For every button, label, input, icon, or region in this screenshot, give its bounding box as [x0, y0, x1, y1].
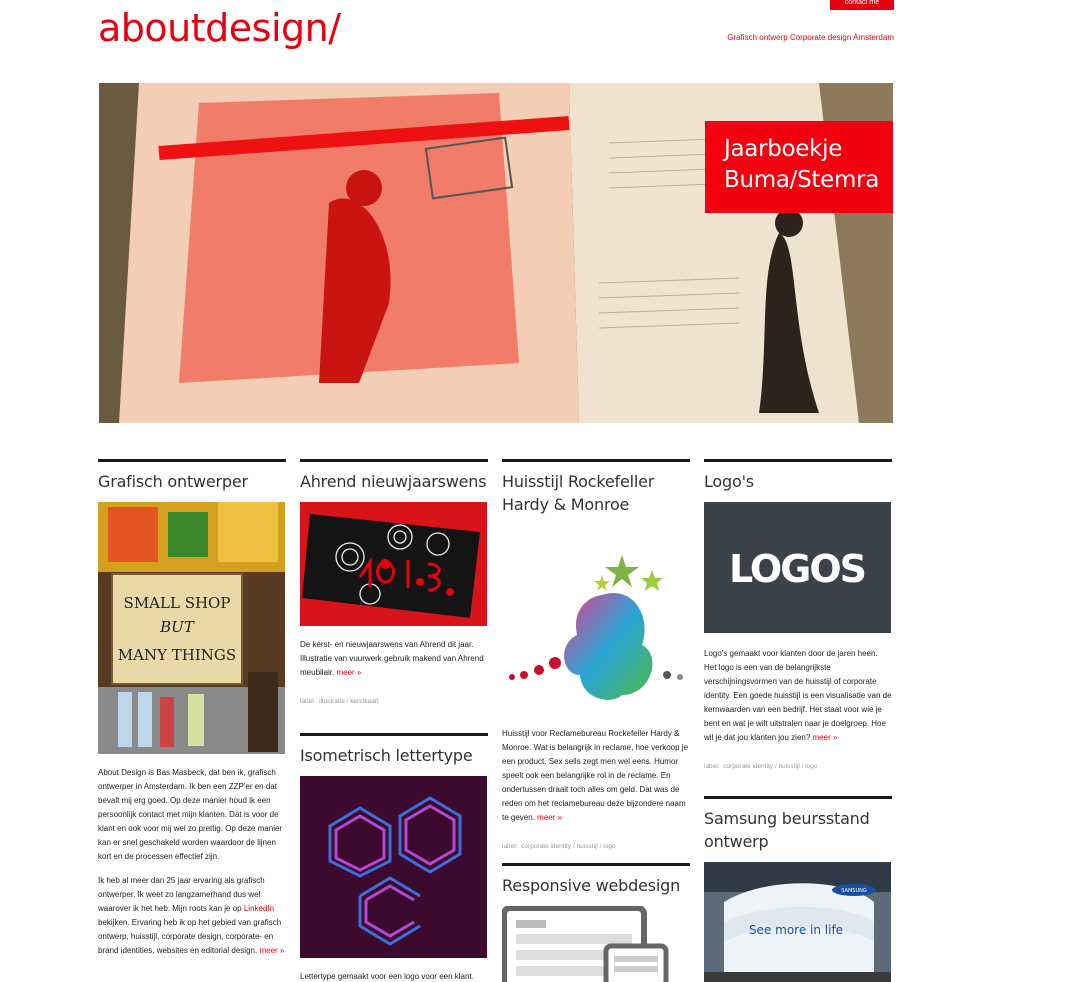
post-logos: Logo's LOGOS Logo's gemaakt voor klanten…	[704, 459, 892, 770]
hero-caption: Jaarboekje Buma/Stemra	[705, 121, 893, 213]
tag-link[interactable]: corporate identity	[521, 843, 571, 850]
post-title[interactable]: Samsung beursstand ontwerp	[704, 807, 892, 853]
isometric-letters-image	[300, 776, 487, 958]
site-logo[interactable]: aboutdesign/	[98, 6, 341, 50]
tag-link[interactable]: huisstijl	[778, 763, 799, 770]
post-thumbnail[interactable]	[502, 525, 689, 715]
label-prefix: label:	[502, 843, 518, 850]
post-thumbnail[interactable]	[300, 776, 487, 958]
post-title[interactable]: Logo's	[704, 470, 892, 493]
label-prefix: label:	[300, 698, 316, 705]
sign-text-3: MANY THINGS	[118, 646, 236, 664]
post-excerpt: De kerst- en nieuwjaarswens van Ahrend d…	[300, 638, 488, 680]
post-thumbnail[interactable]: SAMSUNG See more in life	[704, 862, 891, 982]
title-line: Hardy & Monroe	[502, 495, 630, 514]
post-excerpt: Lettertype gemaakt voor een logo voor ee…	[300, 972, 474, 981]
post-title[interactable]: Isometrisch lettertype	[300, 744, 488, 767]
sign-text-1: SMALL SHOP	[124, 594, 231, 612]
post-title[interactable]: Huisstijl Rockefeller Hardy & Monroe	[502, 470, 690, 516]
sign-text-2: BUT	[159, 618, 195, 636]
rockefeller-logo-image	[502, 525, 689, 715]
tag-separator: /	[801, 763, 804, 770]
title-line: Samsung beursstand	[704, 809, 870, 828]
post-excerpt: Huisstijl voor Reclamebureau Rockefeller…	[502, 727, 690, 825]
excerpt-text: Ik heb al meer dan 25 jaar ervaring als …	[98, 876, 265, 913]
post-isometrisch: Isometrisch lettertype Lettertype gemaak…	[300, 733, 488, 982]
title-line: ontwerp	[704, 832, 769, 851]
post-labels: label: corporate identity / huisstijl / …	[502, 843, 690, 850]
booth-slogan-text: See more in life	[749, 923, 843, 937]
post-thumbnail[interactable]	[502, 906, 689, 982]
post-responsive: Responsive webdesign	[502, 863, 690, 982]
tag-separator: /	[346, 698, 349, 705]
post-excerpt: Logo's gemaakt voor klanten door de jare…	[704, 647, 892, 745]
post-thumbnail[interactable]: LOGOS	[704, 502, 891, 633]
tag-link[interactable]: huisstijl	[576, 843, 597, 850]
read-more-link[interactable]: meer »	[813, 733, 838, 742]
post-labels: label: illustratie / kerstkaart	[300, 698, 488, 705]
excerpt-text: Huisstijl voor Reclamebureau Rockefeller…	[502, 729, 689, 822]
post-excerpt-2: Ik heb al meer dan 25 jaar ervaring als …	[98, 874, 286, 958]
read-more-link[interactable]: meer »	[336, 668, 361, 677]
post-labels: label: corporate identity / huisstijl / …	[704, 763, 892, 770]
post-thumbnail[interactable]: SMALL SHOP BUT MANY THINGS	[98, 502, 285, 754]
logos-thumb-text: LOGOS	[729, 547, 865, 591]
tag-separator: /	[572, 843, 575, 850]
label-prefix: label:	[704, 763, 720, 770]
read-more-link[interactable]: meer »	[259, 946, 284, 955]
contact-button[interactable]: contact me	[830, 0, 894, 10]
booth-brand-text: SAMSUNG	[841, 888, 867, 894]
tag-link[interactable]: corporate identity	[723, 763, 773, 770]
responsive-devices-image	[502, 906, 689, 982]
post-title[interactable]: Grafisch ontwerper	[98, 470, 286, 493]
excerpt-text: Logo's gemaakt voor klanten door de jare…	[704, 649, 892, 742]
samsung-booth-image: SAMSUNG See more in life	[704, 862, 891, 982]
hero-slide[interactable]: Jaarboekje Buma/Stemra	[99, 83, 893, 423]
post-samsung: Samsung beursstand ontwerp SAMSUNG See mo…	[704, 796, 892, 982]
tag-link[interactable]: logo	[603, 843, 615, 850]
linkedin-link[interactable]: LinkedIn	[244, 904, 274, 913]
post-title[interactable]: Ahrend nieuwjaarswens	[300, 470, 488, 493]
excerpt-text: bekijken. Ervaring heb ik op het gebied …	[98, 918, 282, 955]
logos-image: LOGOS	[704, 502, 891, 633]
post-grafisch-ontwerper: Grafisch ontwerper SMALL SHOP BUT MANY T…	[98, 459, 286, 958]
fireworks-card-image	[300, 502, 487, 626]
hero-caption-line2: Buma/Stemra	[724, 167, 880, 193]
site-tagline: Grafisch ontwerp Corporate design Amster…	[727, 33, 894, 42]
post-thumbnail[interactable]	[300, 502, 487, 626]
shop-sign-image: SMALL SHOP BUT MANY THINGS	[98, 502, 285, 754]
tag-separator: /	[599, 843, 602, 850]
post-title[interactable]: Responsive webdesign	[502, 874, 690, 897]
title-line: Huisstijl Rockefeller	[502, 472, 655, 491]
tag-separator: /	[774, 763, 777, 770]
post-rockefeller: Huisstijl Rockefeller Hardy & Monroe Huis…	[502, 459, 690, 850]
tag-link[interactable]: kerstkaart	[350, 698, 379, 705]
post-excerpt: About Design is Bas Masbeck, dat ben ik,…	[98, 768, 283, 861]
tag-link[interactable]: logo	[805, 763, 817, 770]
post-ahrend: Ahrend nieuwjaarswens De kerst- en nieuw…	[300, 459, 488, 705]
tag-link[interactable]: illustratie	[319, 698, 345, 705]
read-more-link[interactable]: meer »	[537, 813, 562, 822]
hero-caption-line1: Jaarboekje	[724, 136, 843, 162]
excerpt-text: De kerst- en nieuwjaarswens van Ahrend d…	[300, 640, 484, 677]
